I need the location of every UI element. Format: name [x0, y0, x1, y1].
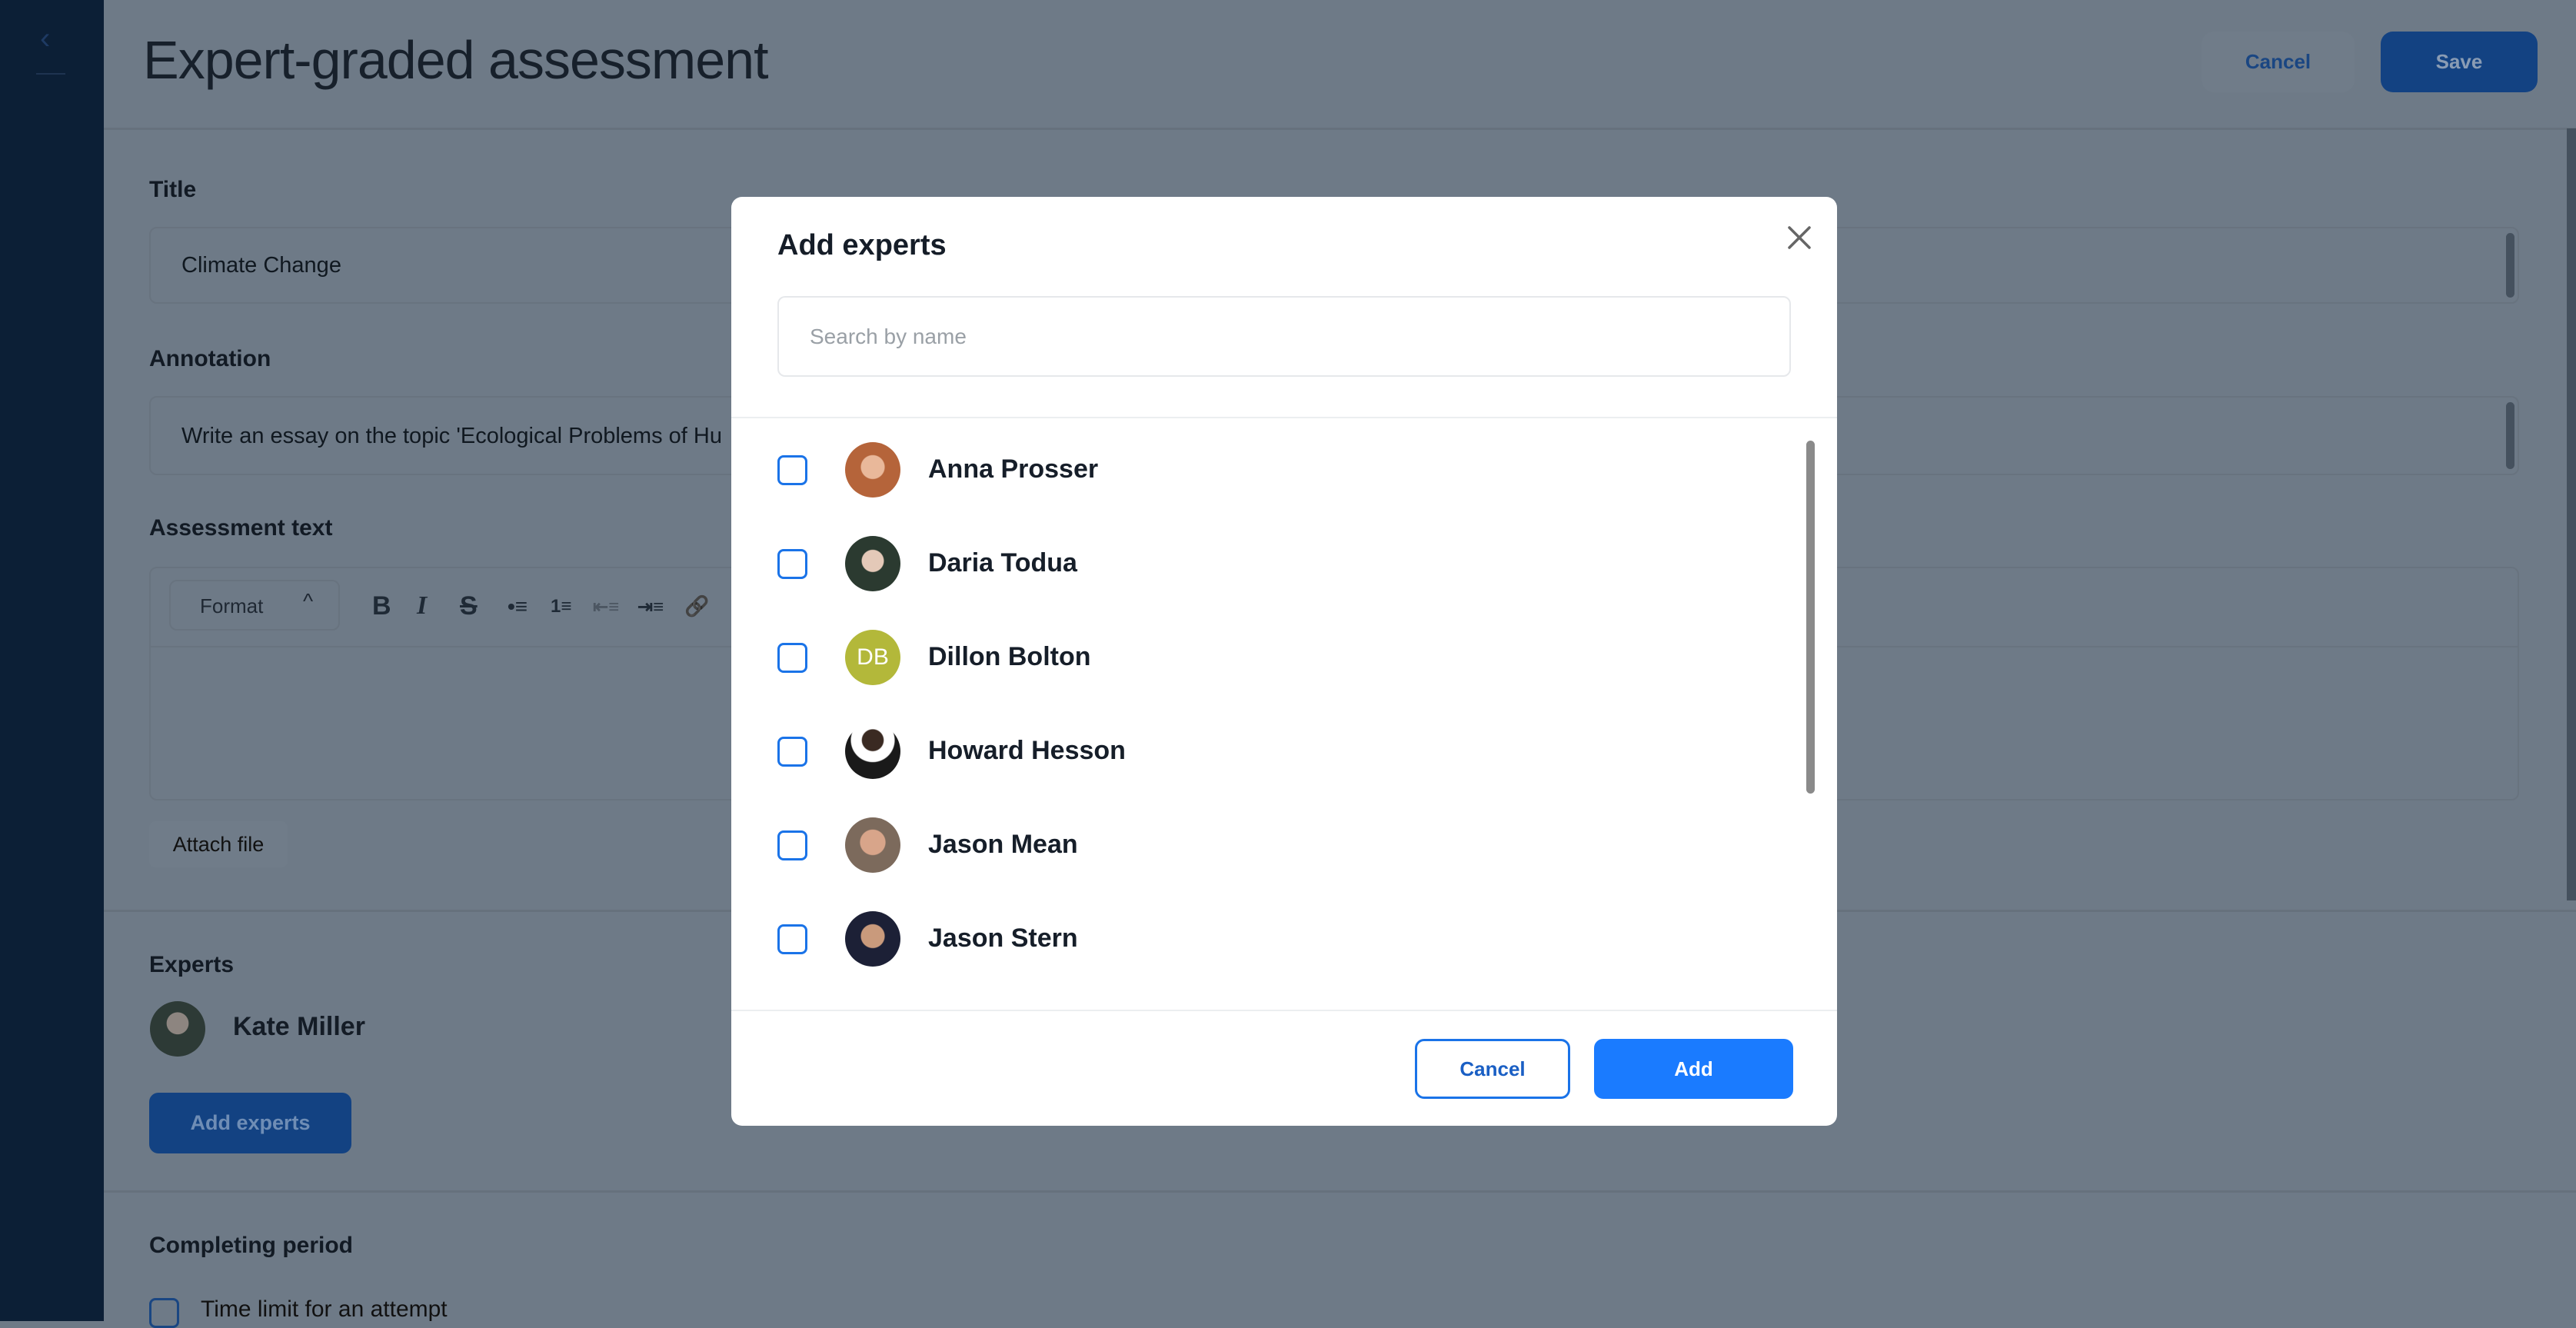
- expert-checkbox[interactable]: [777, 924, 807, 954]
- avatar: DB: [845, 630, 900, 685]
- italic-icon[interactable]: I: [417, 591, 427, 621]
- format-dropdown[interactable]: Format ^: [169, 580, 340, 631]
- avatar: [845, 536, 900, 591]
- annotation-label: Annotation: [149, 346, 271, 372]
- add-experts-button[interactable]: Add experts: [149, 1093, 351, 1153]
- expert-checkbox[interactable]: [777, 549, 807, 579]
- completing-period-label: Completing period: [149, 1233, 353, 1259]
- avatar: [845, 442, 900, 498]
- expert-list-item[interactable]: Jason Mean: [731, 807, 1792, 884]
- expert-name: Dillon Bolton: [928, 642, 1091, 672]
- avatar: [845, 911, 900, 967]
- title-label: Title: [149, 177, 196, 203]
- format-label: Format: [200, 594, 263, 618]
- indent-icon[interactable]: ⇥≡: [637, 596, 664, 618]
- chevron-left-icon[interactable]: ‹: [40, 22, 50, 56]
- modal-title: Add experts: [777, 229, 947, 262]
- page-title: Expert-graded assessment: [143, 29, 768, 91]
- expert-list-item[interactable]: Daria Todua: [731, 525, 1792, 602]
- attach-file-button[interactable]: Attach file: [149, 821, 288, 867]
- add-experts-modal: Add experts Anna Prosser Daria Todua DB …: [731, 197, 1837, 1126]
- modal-add-button[interactable]: Add: [1594, 1039, 1793, 1099]
- modal-divider: [731, 417, 1837, 418]
- expert-checkbox[interactable]: [777, 830, 807, 860]
- sidebar: ‹: [0, 0, 104, 1321]
- expert-name: Anna Prosser: [928, 454, 1098, 484]
- expert-name: Howard Hesson: [928, 736, 1126, 766]
- numbered-list-icon[interactable]: 1≡: [551, 596, 571, 617]
- page-scrollbar[interactable]: [2567, 128, 2576, 900]
- avatar-initials: DB: [857, 644, 889, 671]
- experts-label: Experts: [149, 952, 234, 978]
- divider: [36, 73, 65, 75]
- expert-checkbox[interactable]: [777, 643, 807, 673]
- header-cancel-button[interactable]: Cancel: [2202, 32, 2355, 92]
- section-divider: [104, 1190, 2576, 1193]
- expert-name: Jason Mean: [928, 830, 1078, 860]
- bold-icon[interactable]: B: [372, 591, 391, 621]
- expert-checkbox[interactable]: [777, 737, 807, 767]
- title-scrollbar[interactable]: [2506, 233, 2514, 298]
- expert-name: Jason Stern: [928, 924, 1078, 954]
- expert-checkbox[interactable]: [777, 455, 807, 485]
- strikethrough-icon[interactable]: S: [460, 591, 478, 621]
- modal-scrollbar[interactable]: [1806, 441, 1815, 794]
- annotation-scrollbar[interactable]: [2506, 402, 2514, 469]
- outdent-icon[interactable]: ⇤≡: [593, 596, 619, 618]
- chevron-up-icon: ^: [303, 589, 313, 614]
- expert-list-item[interactable]: Howard Hesson: [731, 713, 1792, 790]
- close-icon[interactable]: [1782, 220, 1817, 255]
- header-divider: [104, 128, 2576, 130]
- time-limit-checkbox[interactable]: [149, 1298, 179, 1328]
- annotation-value: Write an essay on the topic 'Ecological …: [181, 424, 722, 449]
- time-limit-label: Time limit for an attempt: [201, 1296, 448, 1323]
- avatar: [845, 817, 900, 873]
- modal-footer-divider: [731, 1010, 1837, 1011]
- bullet-list-icon[interactable]: •≡: [508, 594, 528, 619]
- modal-cancel-button[interactable]: Cancel: [1415, 1039, 1570, 1099]
- expert-name: Kate Miller: [233, 1012, 365, 1042]
- expert-name: Daria Todua: [928, 548, 1077, 578]
- expert-list-item[interactable]: Anna Prosser: [731, 431, 1792, 508]
- title-value: Climate Change: [181, 253, 341, 278]
- link-icon[interactable]: 🔗: [684, 594, 709, 618]
- avatar: [150, 1001, 205, 1057]
- expert-list-item[interactable]: Jason Stern: [731, 900, 1792, 977]
- avatar: [845, 724, 900, 779]
- search-input[interactable]: [777, 296, 1791, 377]
- header-save-button[interactable]: Save: [2381, 32, 2538, 92]
- expert-list-item[interactable]: DB Dillon Bolton: [731, 619, 1792, 696]
- assessment-label: Assessment text: [149, 515, 332, 541]
